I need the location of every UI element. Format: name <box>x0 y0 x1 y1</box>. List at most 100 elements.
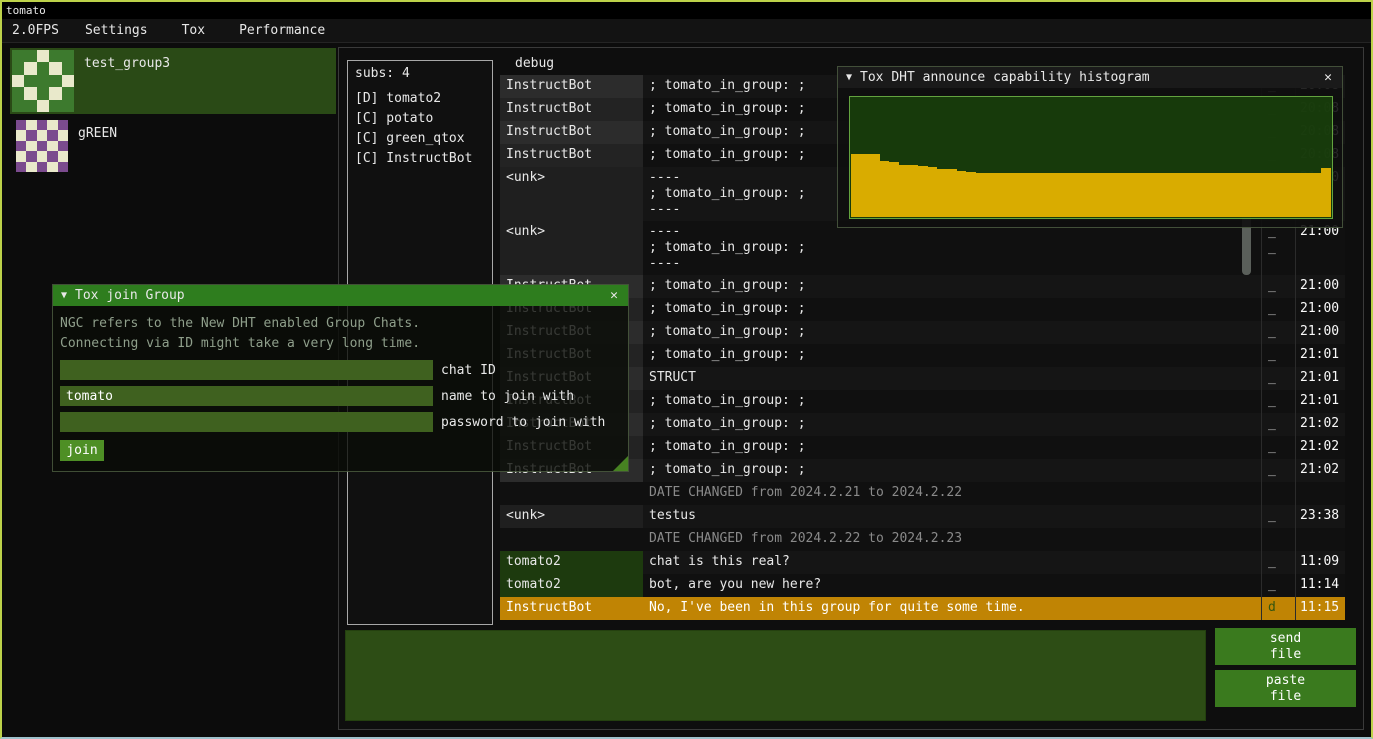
histogram-bar <box>1235 173 1245 217</box>
group-name: test_group3 <box>84 50 170 71</box>
chat-row-time <box>1296 528 1345 551</box>
titlebar: tomato <box>2 2 1371 19</box>
join-button[interactable]: join <box>60 440 104 461</box>
histogram-bar <box>1120 173 1130 217</box>
chat-row-name: tomato2 <box>500 574 643 597</box>
join-password-input[interactable] <box>60 412 433 432</box>
avatar-cell <box>62 75 74 87</box>
collapse-arrow-icon[interactable]: ▼ <box>61 290 67 301</box>
chat-row-time: 21:00 <box>1296 221 1345 275</box>
close-icon[interactable]: ✕ <box>1322 70 1334 85</box>
avatar-cell <box>37 50 49 62</box>
chat-row-time: 21:02 <box>1296 459 1345 482</box>
chat-row-message: DATE CHANGED from 2024.2.21 to 2024.2.22 <box>643 482 1262 505</box>
chat-row-name <box>500 528 643 551</box>
send-file-button[interactable]: send file <box>1215 628 1356 665</box>
chat-row[interactable]: tomato2bot, are you new here?_ _11:14 <box>500 574 1345 597</box>
avatar-cell <box>58 130 68 140</box>
histogram-bar <box>957 171 967 217</box>
close-icon[interactable]: ✕ <box>608 288 620 303</box>
chat-row[interactable]: DATE CHANGED from 2024.2.21 to 2024.2.22 <box>500 482 1345 505</box>
menu-item-settings[interactable]: Settings <box>85 23 148 38</box>
chat-row-time: 21:00 <box>1296 321 1345 344</box>
chat-row-name: <unk> <box>500 167 643 221</box>
histogram-bar <box>1091 173 1101 217</box>
chat-row-time: 21:01 <box>1296 390 1345 413</box>
chat-row-flags: _ _ <box>1262 344 1296 367</box>
menu-item-performance[interactable]: Performance <box>239 23 325 38</box>
avatar-cell <box>26 151 36 161</box>
chat-row-time: 21:02 <box>1296 436 1345 459</box>
chat-row-time: 21:00 <box>1296 275 1345 298</box>
avatar-cell <box>49 62 61 74</box>
histogram-bar <box>1110 173 1120 217</box>
chat-row-flags: _ _ <box>1262 551 1296 574</box>
tab-debug[interactable]: debug <box>515 56 554 71</box>
menu-item-tox[interactable]: Tox <box>182 23 205 38</box>
composer <box>345 630 1206 721</box>
chat-id-input[interactable] <box>60 360 433 380</box>
chat-row-flags: _ _ <box>1262 367 1296 390</box>
histogram-bar <box>966 172 976 217</box>
subs-member[interactable]: [C] potato <box>355 109 485 129</box>
histogram-bar <box>1254 173 1264 217</box>
chat-row-message: ; tomato_in_group: ; <box>643 459 1262 482</box>
avatar-cell <box>47 130 57 140</box>
avatar-cell <box>37 120 47 130</box>
chat-row-time: 21:00 <box>1296 298 1345 321</box>
chat-row-time: 21:02 <box>1296 413 1345 436</box>
chat-row[interactable]: tomato2chat is this real?_ _11:09 <box>500 551 1345 574</box>
chat-row-name: <unk> <box>500 505 643 528</box>
chat-row-message: ; tomato_in_group: ; <box>643 298 1262 321</box>
paste-file-button[interactable]: paste file <box>1215 670 1356 707</box>
message-input[interactable] <box>346 631 1205 720</box>
chat-row[interactable]: DATE CHANGED from 2024.2.22 to 2024.2.23 <box>500 528 1345 551</box>
chat-row-time: 11:09 <box>1296 551 1345 574</box>
chat-row-message: bot, are you new here? <box>643 574 1262 597</box>
avatar-cell <box>37 130 47 140</box>
histogram-bar <box>899 165 909 217</box>
group-item-test_group3[interactable]: test_group3 <box>10 48 336 114</box>
chat-row-message: ; tomato_in_group: ; <box>643 275 1262 298</box>
histogram-bar <box>1062 173 1072 217</box>
subs-member[interactable]: [D] tomato2 <box>355 89 485 109</box>
join-name-input[interactable] <box>60 386 433 406</box>
histogram-bar <box>1225 173 1235 217</box>
histogram-bar <box>1129 173 1139 217</box>
histogram-bar <box>1321 168 1331 217</box>
histogram-bar <box>889 162 899 217</box>
join-info-line: Connecting via ID might take a very long… <box>60 334 621 354</box>
subs-member[interactable]: [C] InstructBot <box>355 149 485 169</box>
histogram-window-title: Tox DHT announce capability histogram <box>860 70 1314 85</box>
histogram-bar <box>1139 173 1149 217</box>
histogram-bar <box>870 154 880 217</box>
chat-row[interactable]: <unk>---- ; tomato_in_group: ; ----_ _21… <box>500 221 1345 275</box>
histogram-bar <box>1158 173 1168 217</box>
group-item-gREEN[interactable]: gREEN <box>10 118 336 178</box>
chat-row[interactable]: InstructBotNo, I've been in this group f… <box>500 597 1345 620</box>
histogram-plot[interactable] <box>849 96 1333 219</box>
chat-row-name: InstructBot <box>500 121 643 144</box>
window-title: tomato <box>6 4 46 17</box>
chat-row-flags <box>1262 528 1296 551</box>
subs-member[interactable]: [C] green_qtox <box>355 129 485 149</box>
chat-row-flags: _ _ <box>1262 321 1296 344</box>
histogram-bar <box>937 169 947 217</box>
chat-row-message: ; tomato_in_group: ; <box>643 390 1262 413</box>
histogram-bar <box>1292 173 1302 217</box>
avatar-cell <box>26 141 36 151</box>
avatar-cell <box>37 75 49 87</box>
join-group-window-title: Tox join Group <box>75 288 600 303</box>
join-info-line: NGC refers to the New DHT enabled Group … <box>60 314 621 334</box>
avatar-cell <box>24 87 36 99</box>
collapse-arrow-icon[interactable]: ▼ <box>846 72 852 83</box>
avatar-cell <box>58 162 68 172</box>
avatar-cell <box>16 151 26 161</box>
resize-grip[interactable] <box>613 456 628 471</box>
histogram-bar <box>1302 173 1312 217</box>
avatar-cell <box>16 162 26 172</box>
chat-row-message: testus <box>643 505 1262 528</box>
avatar-cell <box>49 100 61 112</box>
chat-row[interactable]: <unk>testus_ _23:38 <box>500 505 1345 528</box>
histogram-bar <box>1100 173 1110 217</box>
